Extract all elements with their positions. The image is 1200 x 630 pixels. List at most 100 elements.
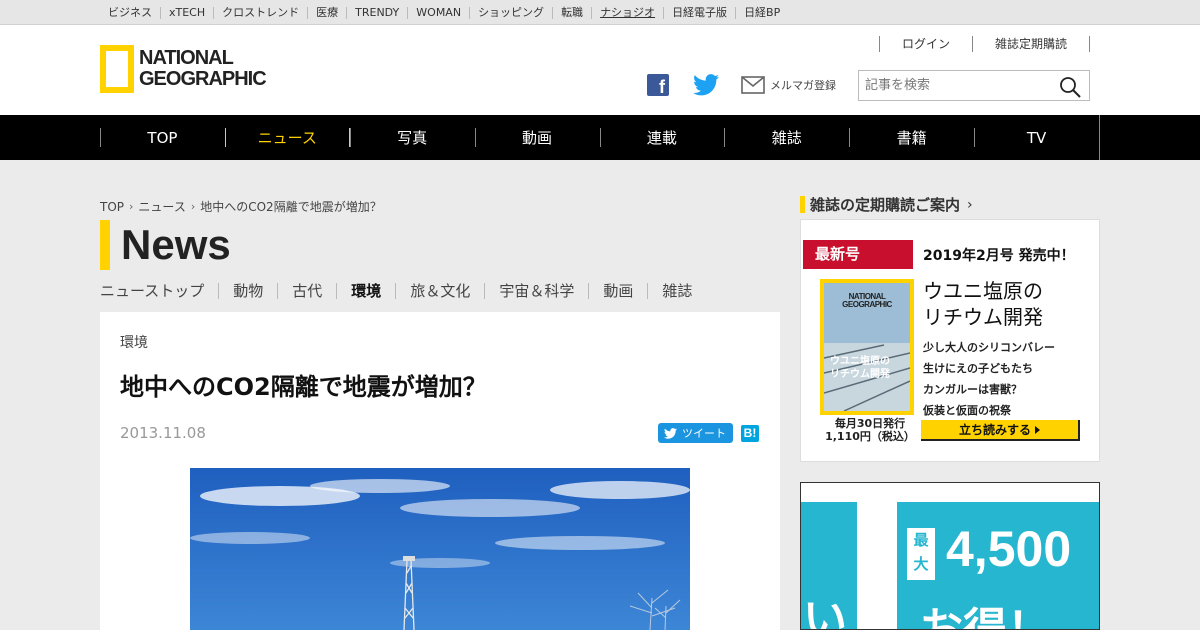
- network-link[interactable]: TRENDY: [346, 5, 407, 19]
- breadcrumb: TOP › ニュース › 地中へのCO2隔離で地震が増加？: [100, 198, 382, 215]
- category-tab[interactable]: 旅＆文化: [395, 283, 484, 299]
- breadcrumb-item-top[interactable]: TOP: [100, 200, 124, 214]
- breadcrumb-item-news[interactable]: ニュース: [138, 198, 185, 215]
- nav-item[interactable]: 書籍: [849, 115, 974, 160]
- category-tab[interactable]: 環境: [336, 283, 395, 299]
- feature-list: 少し大人のシリコンバレー 生けにえの子どもたち カンガルーは害獣？ 仮装と仮面の…: [923, 337, 1055, 421]
- subscription-card: 最新号 2019年2月号 発売中！ NATIONAL GEOGRAPHIC ウユ…: [800, 219, 1100, 462]
- network-link[interactable]: xTECH: [160, 5, 213, 19]
- network-link[interactable]: 医療: [307, 5, 346, 19]
- nav-item[interactable]: 雑誌: [724, 115, 849, 160]
- network-link[interactable]: 転職: [552, 5, 591, 19]
- search-box: [858, 70, 1090, 101]
- network-link-label: ショッピング: [478, 5, 545, 19]
- advertisement-banner[interactable]: 最 大 4,500 お得！ い: [800, 482, 1100, 630]
- list-item[interactable]: カンガルーは害獣？: [923, 379, 1055, 400]
- network-link[interactable]: ショッピング: [469, 5, 552, 19]
- issue-date: 2019年2月号 発売中！: [923, 248, 1075, 264]
- network-link-label: 日経BP: [744, 5, 781, 19]
- site-header: NATIONAL GEOGRAPHIC ログイン 雑誌定期購読 f メルマガ登録: [0, 25, 1200, 115]
- ad-otoku: お得！: [919, 604, 1051, 630]
- list-item[interactable]: 仮装と仮面の祝祭: [923, 400, 1055, 421]
- logo-text: NATIONAL GEOGRAPHIC: [139, 47, 267, 90]
- network-link-label: ビジネス: [108, 5, 152, 19]
- network-link-label: クロストレンド: [222, 5, 300, 19]
- ad-partial-text: い: [803, 594, 847, 630]
- network-link[interactable]: クロストレンド: [213, 5, 307, 19]
- network-link[interactable]: 日経電子版: [663, 5, 735, 19]
- heading-accent: [800, 196, 805, 213]
- breadcrumb-item-current: 地中へのCO2隔離で地震が増加？: [200, 200, 382, 214]
- network-link-label: 医療: [316, 5, 339, 19]
- section-title: News: [100, 220, 231, 270]
- subscription-link[interactable]: 雑誌定期購読: [971, 36, 1089, 52]
- feature-title[interactable]: ウユニ塩原の リチウム開発: [923, 278, 1043, 330]
- chevron-right-icon: ›: [190, 200, 196, 213]
- tweet-label: ツイート: [682, 427, 726, 440]
- network-link-label: ナショジオ: [600, 5, 656, 19]
- twitter-icon: [664, 427, 677, 439]
- category-tab[interactable]: 宇宙＆科学: [484, 283, 588, 299]
- nav-item[interactable]: 動画: [474, 115, 600, 160]
- article-card: 環境 地中へのCO2隔離で地震が増加？ 2013.11.08 ツイート B!: [100, 312, 780, 630]
- read-preview-label: 立ち読みする: [958, 423, 1031, 437]
- network-bar: ビジネス xTECH クロストレンド 医療 TRENDY WOMAN ショッピング 転職 ナショ…: [0, 0, 1200, 25]
- subscription-heading-label: 雑誌の定期購読ご案内: [810, 196, 961, 214]
- category-tab[interactable]: 雑誌: [647, 283, 706, 299]
- social-links: f メルマガ登録: [647, 73, 836, 97]
- cover-logo: NATIONAL GEOGRAPHIC: [842, 292, 892, 309]
- article-category[interactable]: 環境: [120, 332, 148, 352]
- article-title: 地中へのCO2隔離で地震が増加？: [120, 373, 487, 401]
- magazine-cover[interactable]: NATIONAL GEOGRAPHIC ウユニ塩原の リチウム開発: [820, 279, 914, 415]
- network-link-label: TRENDY: [355, 5, 400, 19]
- global-nav-list: TOP ニュース 写真 動画 連載 雑誌 書籍 TV: [100, 115, 1100, 160]
- category-tabs: ニューストップ 動物 古代 環境 旅＆文化 宇宙＆科学 動画 雑誌: [100, 283, 706, 299]
- network-link-label: 転職: [561, 5, 584, 19]
- search-input[interactable]: [859, 71, 1049, 100]
- network-link[interactable]: WOMAN: [407, 5, 469, 19]
- mail-icon: [741, 76, 765, 94]
- nav-item[interactable]: 写真: [349, 115, 475, 160]
- play-triangle-icon: [1035, 425, 1040, 434]
- network-link-label: xTECH: [169, 5, 206, 19]
- article-date: 2013.11.08: [120, 424, 206, 442]
- category-tab[interactable]: 動物: [218, 283, 277, 299]
- ad-amount: 4,500: [946, 521, 1072, 577]
- tweet-button[interactable]: ツイート: [658, 423, 733, 443]
- nav-item[interactable]: TOP: [100, 115, 225, 160]
- divider: [1089, 36, 1090, 52]
- newsletter-link[interactable]: メルマガ登録: [741, 76, 836, 94]
- cover-title: ウユニ塩原の リチウム開発: [830, 356, 890, 380]
- network-link-label: 日経電子版: [672, 5, 728, 19]
- page-title: News: [121, 221, 231, 268]
- network-link[interactable]: 日経BP: [735, 5, 788, 19]
- section-title-accent: [100, 220, 110, 270]
- facebook-icon[interactable]: f: [647, 74, 669, 97]
- list-item[interactable]: 生けにえの子どもたち: [923, 358, 1055, 379]
- network-links: ビジネス xTECH クロストレンド 医療 TRENDY WOMAN ショッピング 転職 ナショ…: [100, 0, 788, 25]
- site-logo[interactable]: NATIONAL GEOGRAPHIC: [100, 45, 267, 93]
- list-item[interactable]: 少し大人のシリコンバレー: [923, 337, 1055, 358]
- search-icon[interactable]: [1059, 76, 1081, 98]
- global-nav: TOP ニュース 写真 動画 連載 雑誌 書籍 TV: [0, 115, 1200, 160]
- ad-max-tag: 最 大: [907, 528, 935, 580]
- chevron-right-icon: ›: [129, 200, 134, 213]
- cover-caption: 毎月30日発行 1,110円（税込）: [825, 417, 915, 443]
- chevron-right-icon: ›: [967, 196, 973, 213]
- login-link[interactable]: ログイン: [878, 36, 972, 52]
- network-link[interactable]: ナショジオ: [591, 5, 663, 19]
- nav-item[interactable]: TV: [974, 115, 1099, 160]
- nav-item[interactable]: 連載: [599, 115, 725, 160]
- hatena-bookmark-button[interactable]: B!: [741, 425, 759, 442]
- logo-yellow-frame: [100, 45, 134, 93]
- category-tab[interactable]: ニューストップ: [100, 283, 218, 299]
- network-link[interactable]: ビジネス: [100, 5, 160, 19]
- twitter-icon[interactable]: [693, 74, 719, 96]
- nav-item[interactable]: ニュース: [224, 115, 350, 160]
- network-link-label: WOMAN: [416, 5, 462, 19]
- read-preview-button[interactable]: 立ち読みする: [921, 420, 1080, 441]
- category-tab[interactable]: 動画: [588, 283, 647, 299]
- subscription-heading[interactable]: 雑誌の定期購読ご案内 ›: [800, 195, 973, 214]
- category-tab[interactable]: 古代: [277, 283, 336, 299]
- latest-issue-badge: 最新号: [803, 240, 913, 269]
